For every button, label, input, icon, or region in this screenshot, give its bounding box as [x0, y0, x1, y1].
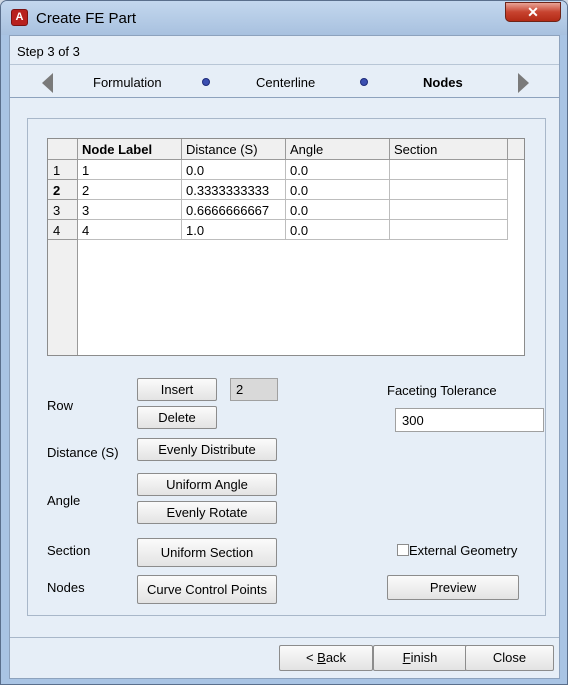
step-navigation: Formulation Centerline Nodes [10, 65, 559, 97]
previous-step-arrow-icon[interactable] [42, 73, 53, 93]
row-header[interactable]: 2 [48, 180, 78, 200]
table-cell-angle[interactable]: 0.0 [286, 220, 390, 240]
table-cell-distance[interactable]: 1.0 [182, 220, 286, 240]
close-button[interactable]: Close [465, 645, 554, 671]
faceting-tolerance-label: Faceting Tolerance [387, 383, 497, 398]
nodes-label: Nodes [47, 580, 85, 595]
column-header-angle[interactable]: Angle [286, 139, 390, 160]
table-cell-node-label[interactable]: 2 [78, 180, 182, 200]
divider [10, 637, 559, 638]
table-cell-distance[interactable]: 0.3333333333 [182, 180, 286, 200]
row-header[interactable]: 4 [48, 220, 78, 240]
insert-count-field: 2 [230, 378, 278, 401]
table-cell-distance[interactable]: 0.0 [182, 160, 286, 180]
external-geometry-checkbox[interactable] [397, 544, 409, 556]
step-indicator: Step 3 of 3 [17, 44, 80, 59]
nodes-table: Node Label Distance (S) Angle Section 1 … [47, 138, 525, 356]
nodes-panel: Node Label Distance (S) Angle Section 1 … [27, 118, 546, 616]
table-cell-angle[interactable]: 0.0 [286, 200, 390, 220]
window-title: Create FE Part [36, 10, 137, 27]
column-header-node-label[interactable]: Node Label [78, 139, 182, 160]
finish-mnemonic: F [402, 650, 411, 665]
back-rest: ack [325, 650, 347, 665]
table-cell-section[interactable] [390, 200, 508, 220]
table-corner[interactable] [48, 139, 78, 160]
angle-label: Angle [47, 493, 81, 508]
back-mnemonic: B [317, 650, 326, 665]
table-cell-angle[interactable]: 0.0 [286, 160, 390, 180]
row-header[interactable]: 3 [48, 200, 78, 220]
title-bar[interactable]: A Create FE Part ✕ [1, 1, 567, 35]
row-label: Row [47, 398, 74, 413]
evenly-rotate-button[interactable]: Evenly Rotate [137, 501, 277, 524]
table-cell-distance[interactable]: 0.6666666667 [182, 200, 286, 220]
finish-button[interactable]: Finish [373, 645, 467, 671]
step-centerline[interactable]: Centerline [256, 75, 315, 90]
preview-button[interactable]: Preview [387, 575, 519, 600]
uniform-section-button[interactable]: Uniform Section [137, 538, 277, 567]
uniform-angle-button[interactable]: Uniform Angle [137, 473, 277, 496]
finish-rest: inish [410, 650, 438, 665]
back-prefix: < [305, 650, 318, 665]
dialog-client: Step 3 of 3 Formulation Centerline Nodes… [9, 35, 560, 679]
external-geometry-label[interactable]: External Geometry [409, 543, 517, 558]
row-header[interactable]: 1 [48, 160, 78, 180]
window-close-button[interactable]: ✕ [505, 2, 561, 22]
step-nodes[interactable]: Nodes [423, 75, 463, 90]
step-separator-dot-icon [360, 78, 368, 86]
step-formulation[interactable]: Formulation [93, 75, 162, 90]
section-label: Section [47, 543, 91, 558]
column-header-section[interactable]: Section [390, 139, 508, 160]
next-step-arrow-icon[interactable] [518, 73, 529, 93]
distance-label: Distance (S) [47, 445, 119, 460]
delete-row-button[interactable]: Delete [137, 406, 217, 429]
table-cell-section[interactable] [390, 160, 508, 180]
table-cell-angle[interactable]: 0.0 [286, 180, 390, 200]
step-separator-dot-icon [202, 78, 210, 86]
divider [10, 97, 559, 98]
table-cell-section[interactable] [390, 180, 508, 200]
row-header-filler [48, 240, 78, 355]
insert-row-button[interactable]: Insert [137, 378, 217, 401]
curve-control-points-button[interactable]: Curve Control Points [137, 575, 277, 604]
evenly-distribute-button[interactable]: Evenly Distribute [137, 438, 277, 461]
table-cell-section[interactable] [390, 220, 508, 240]
dialog-window: A Create FE Part ✕ Step 3 of 3 Formulati… [0, 0, 568, 685]
app-icon: A [11, 9, 28, 26]
faceting-tolerance-input[interactable]: 300 [395, 408, 544, 432]
back-button[interactable]: < Back [279, 645, 373, 671]
column-header-distance[interactable]: Distance (S) [182, 139, 286, 160]
table-cell-node-label[interactable]: 1 [78, 160, 182, 180]
table-cell-node-label[interactable]: 4 [78, 220, 182, 240]
table-header-filler [508, 139, 524, 160]
table-cell-node-label[interactable]: 3 [78, 200, 182, 220]
